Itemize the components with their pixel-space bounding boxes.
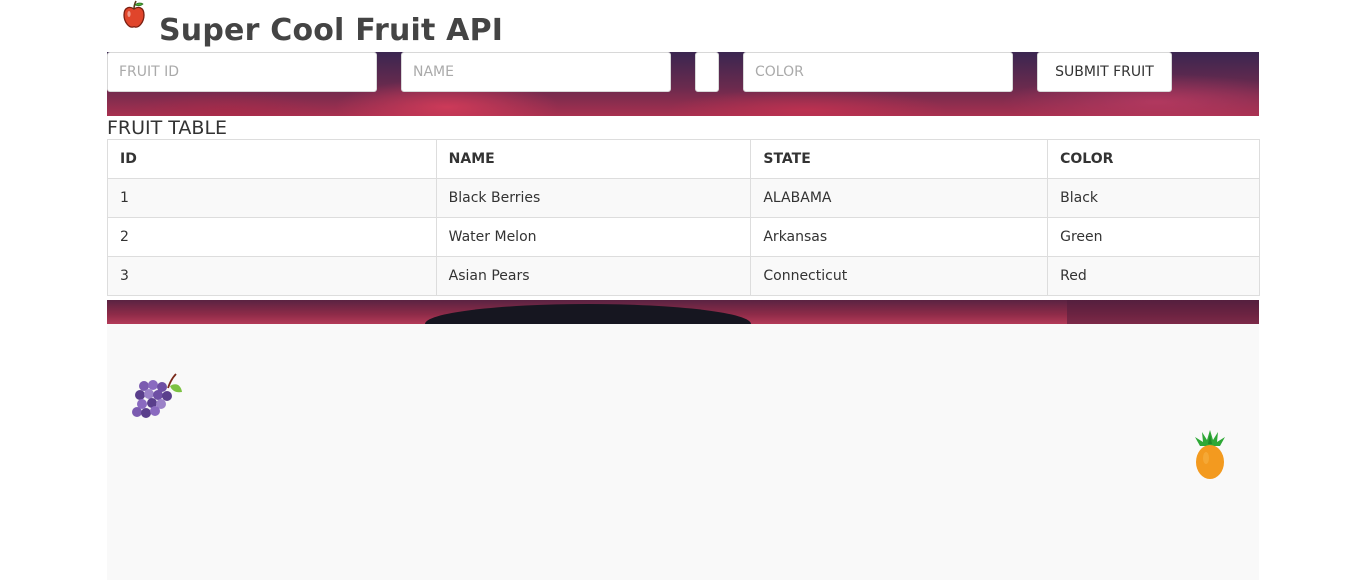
cell-id: 3	[107, 256, 437, 296]
color-input[interactable]	[743, 52, 1013, 92]
fruit-id-input[interactable]	[107, 52, 377, 92]
table-row: 2 Water Melon Arkansas Green	[107, 217, 1260, 257]
cell-state: Arkansas	[750, 217, 1049, 257]
cell-id: 2	[107, 217, 437, 257]
cell-state: Connecticut	[750, 256, 1049, 296]
cell-name: Water Melon	[435, 217, 752, 257]
table-row: 1 Black Berries ALABAMA Black	[107, 178, 1260, 218]
cell-state: ALABAMA	[750, 178, 1049, 218]
apple-icon	[123, 0, 145, 28]
background-shade	[1067, 300, 1259, 324]
column-header-name: NAME	[435, 139, 752, 179]
name-input[interactable]	[401, 52, 671, 92]
cell-color: Green	[1047, 217, 1260, 257]
cell-id: 1	[107, 178, 437, 218]
grapes-icon	[132, 373, 182, 418]
column-header-id: ID	[107, 139, 437, 179]
table-row: 3 Asian Pears Connecticut Red	[107, 256, 1260, 296]
page-title: Super Cool Fruit API	[159, 13, 504, 48]
pineapple-icon	[1195, 430, 1225, 479]
table-header-row: ID NAME STATE COLOR	[107, 139, 1260, 179]
column-header-state: STATE	[750, 139, 1049, 179]
state-input[interactable]	[695, 52, 719, 92]
column-header-color: COLOR	[1047, 139, 1260, 179]
lower-background-strip	[107, 300, 1259, 344]
fruit-table: ID NAME STATE COLOR 1 Black Berries ALAB…	[107, 139, 1260, 296]
cell-name: Asian Pears	[435, 256, 752, 296]
cell-color: Black	[1047, 178, 1260, 218]
content-area	[107, 324, 1259, 580]
page: Super Cool Fruit API SUBMIT FRUIT FRUIT …	[0, 0, 1366, 580]
submit-fruit-button[interactable]: SUBMIT FRUIT	[1037, 52, 1172, 92]
cell-name: Black Berries	[435, 178, 752, 218]
cell-color: Red	[1047, 256, 1260, 296]
table-caption: FRUIT TABLE	[107, 117, 228, 139]
